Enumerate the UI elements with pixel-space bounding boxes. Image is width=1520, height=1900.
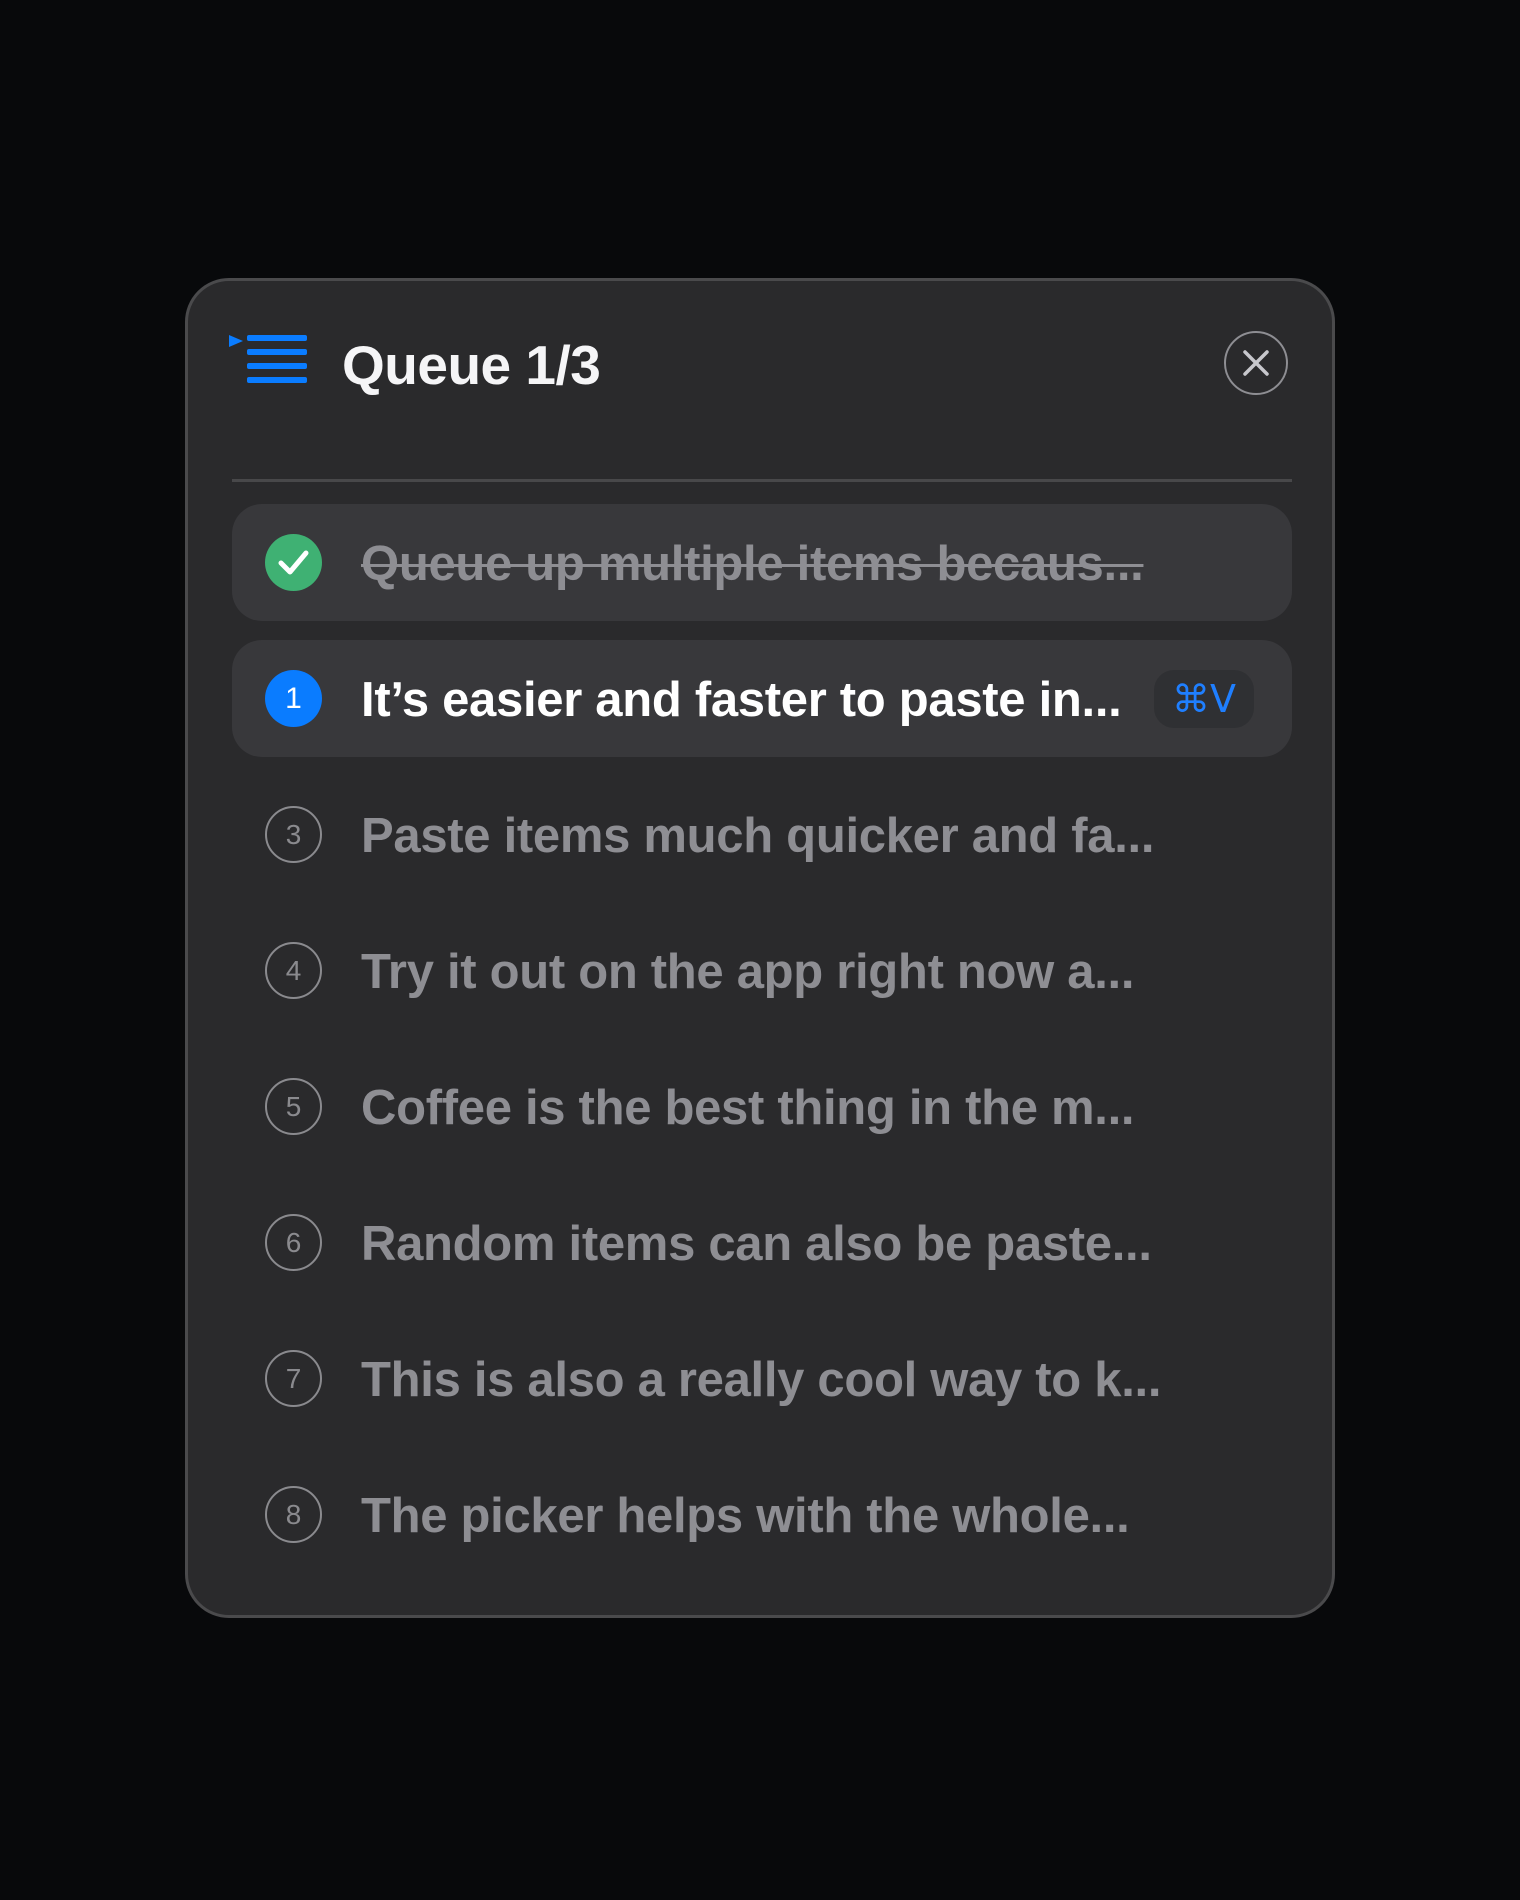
- queue-item-text: Paste items much quicker and fa...: [361, 809, 1155, 863]
- queue-item-number-badge: 1: [265, 670, 322, 727]
- queue-list-icon: [229, 331, 309, 395]
- queue-item-done[interactable]: Queue up multiple items becaus...: [232, 504, 1292, 621]
- queue-item-number: 6: [265, 1214, 322, 1271]
- queue-item-text: The picker helps with the whole...: [361, 1489, 1130, 1543]
- queue-item-number: 7: [265, 1350, 322, 1407]
- queue-item[interactable]: 3 Paste items much quicker and fa...: [232, 776, 1292, 893]
- queue-item-number: 3: [265, 806, 322, 863]
- checkmark-icon: [265, 534, 322, 591]
- queue-item-text: Coffee is the best thing in the m...: [361, 1081, 1135, 1135]
- queue-item-text: Try it out on the app right now a...: [361, 945, 1135, 999]
- queue-list: Queue up multiple items becaus... 1 It’s…: [232, 504, 1292, 1592]
- queue-item[interactable]: 4 Try it out on the app right now a...: [232, 912, 1292, 1029]
- page-title: Queue 1/3: [342, 334, 601, 396]
- queue-item[interactable]: 5 Coffee is the best thing in the m...: [232, 1048, 1292, 1165]
- queue-header: Queue 1/3: [188, 281, 1332, 481]
- queue-item-number: 5: [265, 1078, 322, 1135]
- queue-item-number: 8: [265, 1486, 322, 1543]
- queue-item-text: Random items can also be paste...: [361, 1217, 1152, 1271]
- queue-item-current[interactable]: 1 It’s easier and faster to paste in... …: [232, 640, 1292, 757]
- queue-item-text: This is also a really cool way to k...: [361, 1353, 1162, 1407]
- queue-item[interactable]: 7 This is also a really cool way to k...: [232, 1320, 1292, 1437]
- queue-item-text: Queue up multiple items becaus...: [361, 537, 1144, 591]
- close-button[interactable]: [1224, 331, 1288, 395]
- queue-item-text: It’s easier and faster to paste in...: [361, 673, 1122, 727]
- queue-item[interactable]: 6 Random items can also be paste...: [232, 1184, 1292, 1301]
- header-divider: [232, 479, 1292, 482]
- queue-panel: Queue 1/3 Queue up multiple items becaus…: [185, 278, 1335, 1618]
- queue-item-number: 4: [265, 942, 322, 999]
- paste-shortcut-badge: ⌘V: [1154, 670, 1254, 728]
- queue-item[interactable]: 8 The picker helps with the whole...: [232, 1456, 1292, 1573]
